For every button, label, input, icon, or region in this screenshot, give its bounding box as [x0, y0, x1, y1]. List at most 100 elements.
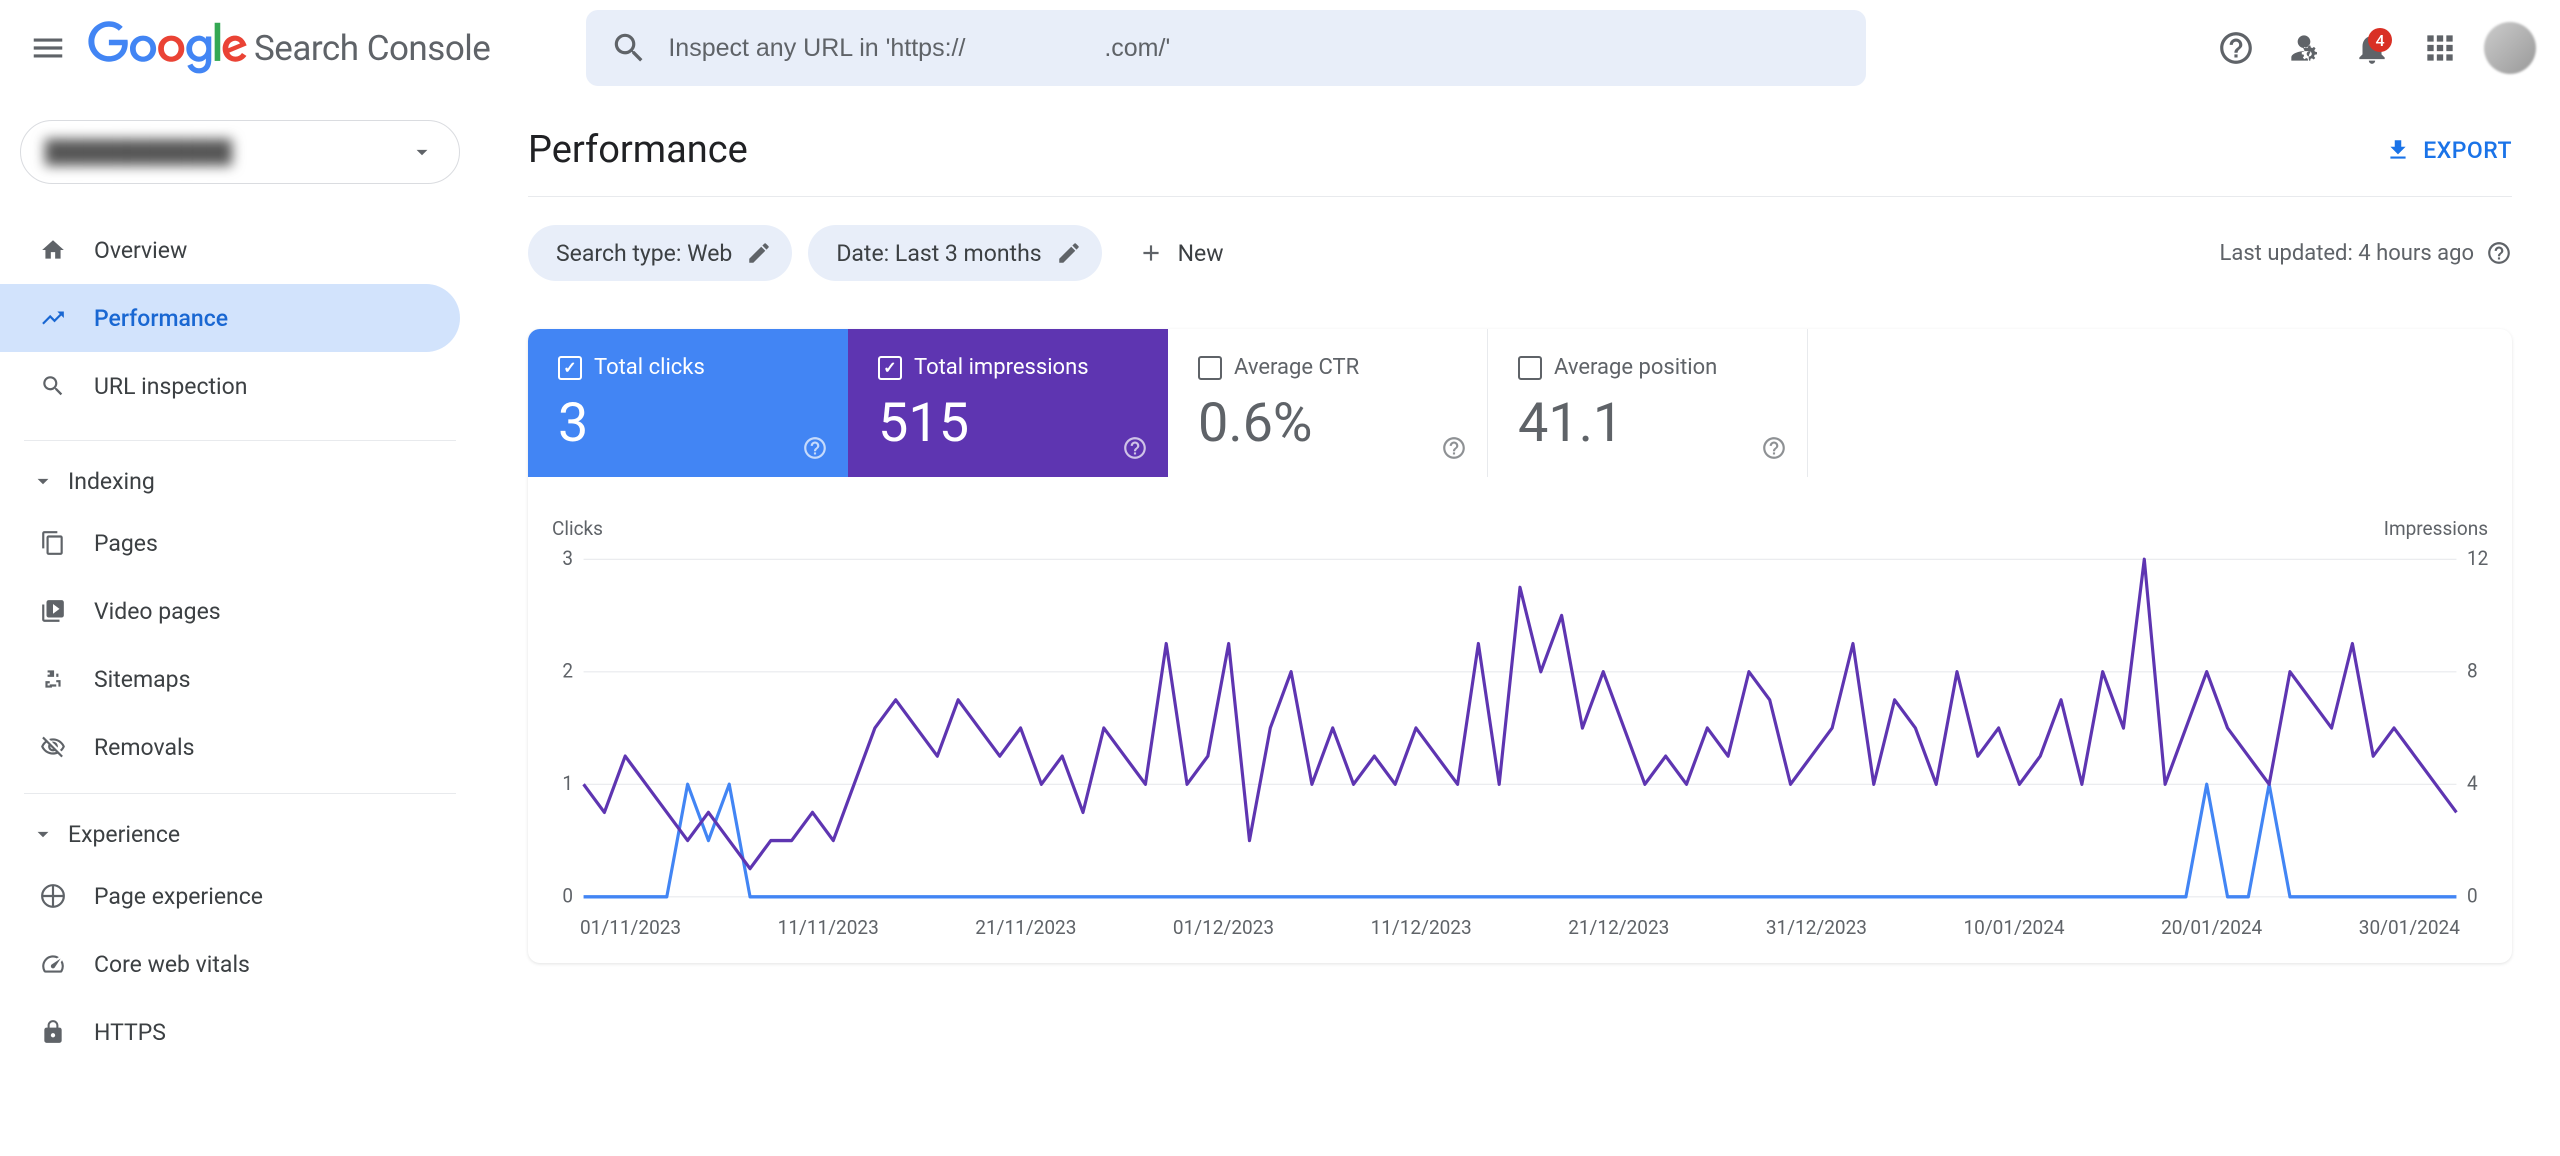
export-label: EXPORT [2423, 137, 2512, 164]
nav-label: URL inspection [94, 373, 247, 400]
metric-value: 41.1 [1518, 392, 1777, 455]
help-icon[interactable] [802, 435, 828, 461]
users-button[interactable] [2280, 24, 2328, 72]
metric-value: 0.6% [1198, 392, 1457, 455]
apps-button[interactable] [2416, 24, 2464, 72]
nav-label: Core web vitals [94, 951, 250, 978]
nav-label: Video pages [94, 598, 221, 625]
svg-text:8: 8 [2467, 659, 2478, 683]
nav-url-inspection[interactable]: URL inspection [0, 352, 460, 420]
person-settings-icon [2285, 29, 2323, 67]
search-input[interactable] [668, 34, 1842, 63]
metric-label: Total impressions [914, 355, 1089, 380]
metric-label: Average position [1554, 355, 1717, 380]
property-name: ████████████ [45, 139, 232, 165]
dropdown-triangle-icon [409, 139, 435, 165]
page-title: Performance [528, 128, 748, 172]
filter-search-type[interactable]: Search type: Web [528, 225, 792, 281]
y-left-label: Clicks [552, 517, 603, 540]
svg-text:12: 12 [2467, 548, 2488, 570]
product-name: Search Console [254, 28, 490, 69]
google-search-console-logo: Search Console [88, 21, 490, 75]
svg-text:2: 2 [562, 659, 573, 683]
checkbox-icon [1518, 356, 1542, 380]
metric-value: 515 [878, 392, 1138, 455]
nav-label: HTTPS [94, 1019, 166, 1046]
nav-performance[interactable]: Performance [0, 284, 460, 352]
property-selector[interactable]: ████████████ [20, 120, 460, 184]
edit-icon [1056, 240, 1082, 266]
plus-icon [1138, 240, 1164, 266]
apps-grid-icon [2421, 29, 2459, 67]
pages-icon [40, 530, 66, 556]
account-avatar[interactable] [2484, 22, 2536, 74]
video-icon [40, 598, 66, 624]
nav-core-web-vitals[interactable]: Core web vitals [0, 930, 460, 998]
nav-label: Pages [94, 530, 158, 557]
svg-text:3: 3 [562, 548, 573, 570]
checkbox-icon [878, 356, 902, 380]
y-right-label: Impressions [2384, 517, 2488, 540]
nav-group-indexing[interactable]: Indexing [0, 453, 480, 509]
nav-group-experience[interactable]: Experience [0, 806, 480, 862]
svg-text:1: 1 [562, 771, 573, 795]
svg-text:4: 4 [2467, 771, 2478, 795]
chip-label: Search type: Web [556, 240, 732, 267]
help-icon[interactable] [1761, 435, 1787, 461]
nav-pages[interactable]: Pages [0, 509, 460, 577]
chip-label: Date: Last 3 months [836, 240, 1041, 267]
nav-label: Overview [94, 237, 187, 264]
chart-canvas: 0 0 1 4 2 8 3 12 [552, 548, 2488, 908]
help-icon[interactable] [1122, 435, 1148, 461]
metric-total-impressions[interactable]: Total impressions 515 [848, 329, 1168, 477]
sitemap-icon [40, 666, 66, 692]
svg-text:0: 0 [562, 884, 573, 908]
nav-https[interactable]: HTTPS [0, 998, 460, 1066]
nav-label: Sitemaps [94, 666, 190, 693]
help-icon[interactable] [2486, 240, 2512, 266]
group-label: Experience [68, 821, 180, 848]
add-filter-button[interactable]: New [1118, 225, 1244, 281]
hamburger-menu-button[interactable] [24, 24, 72, 72]
metric-total-clicks[interactable]: Total clicks 3 [528, 329, 848, 477]
performance-chart: Clicks Impressions 0 0 1 4 2 8 3 12 01/11/20231… [528, 477, 2512, 963]
nav-label: Removals [94, 734, 194, 761]
nav-overview[interactable]: Overview [0, 216, 460, 284]
chevron-down-icon [30, 821, 56, 847]
metric-value: 3 [558, 392, 818, 455]
filter-date-range[interactable]: Date: Last 3 months [808, 225, 1101, 281]
checkbox-icon [1198, 356, 1222, 380]
search-icon [610, 29, 648, 67]
nav-label: Performance [94, 305, 228, 332]
group-label: Indexing [68, 468, 155, 495]
nav-page-experience[interactable]: Page experience [0, 862, 460, 930]
speed-icon [40, 951, 66, 977]
chevron-down-icon [30, 468, 56, 494]
help-icon [2217, 29, 2255, 67]
sidebar: ████████████ Overview Performance URL in… [0, 96, 480, 1156]
nav-sitemaps[interactable]: Sitemaps [0, 645, 460, 713]
search-icon [40, 373, 66, 399]
lock-icon [40, 1019, 66, 1045]
notifications-button[interactable]: 4 [2348, 24, 2396, 72]
notification-badge: 4 [2368, 28, 2392, 52]
edit-icon [746, 240, 772, 266]
menu-icon [29, 29, 67, 67]
help-icon[interactable] [1441, 435, 1467, 461]
x-axis-ticks: 01/11/202311/11/202321/11/202301/12/2023… [552, 908, 2488, 939]
svg-text:0: 0 [2467, 884, 2478, 908]
nav-removals[interactable]: Removals [0, 713, 460, 781]
metric-average-ctr[interactable]: Average CTR 0.6% [1168, 329, 1488, 477]
last-updated: Last updated: 4 hours ago [2220, 240, 2512, 266]
metric-label: Total clicks [594, 355, 705, 380]
checkbox-icon [558, 356, 582, 380]
home-icon [40, 237, 66, 263]
metric-average-position[interactable]: Average position 41.1 [1488, 329, 1808, 477]
export-button[interactable]: EXPORT [2385, 137, 2512, 164]
google-logo-icon [88, 21, 248, 75]
nav-video-pages[interactable]: Video pages [0, 577, 460, 645]
download-icon [2385, 137, 2411, 163]
url-inspect-search[interactable] [586, 10, 1866, 86]
metric-label: Average CTR [1234, 355, 1359, 380]
help-button[interactable] [2212, 24, 2260, 72]
